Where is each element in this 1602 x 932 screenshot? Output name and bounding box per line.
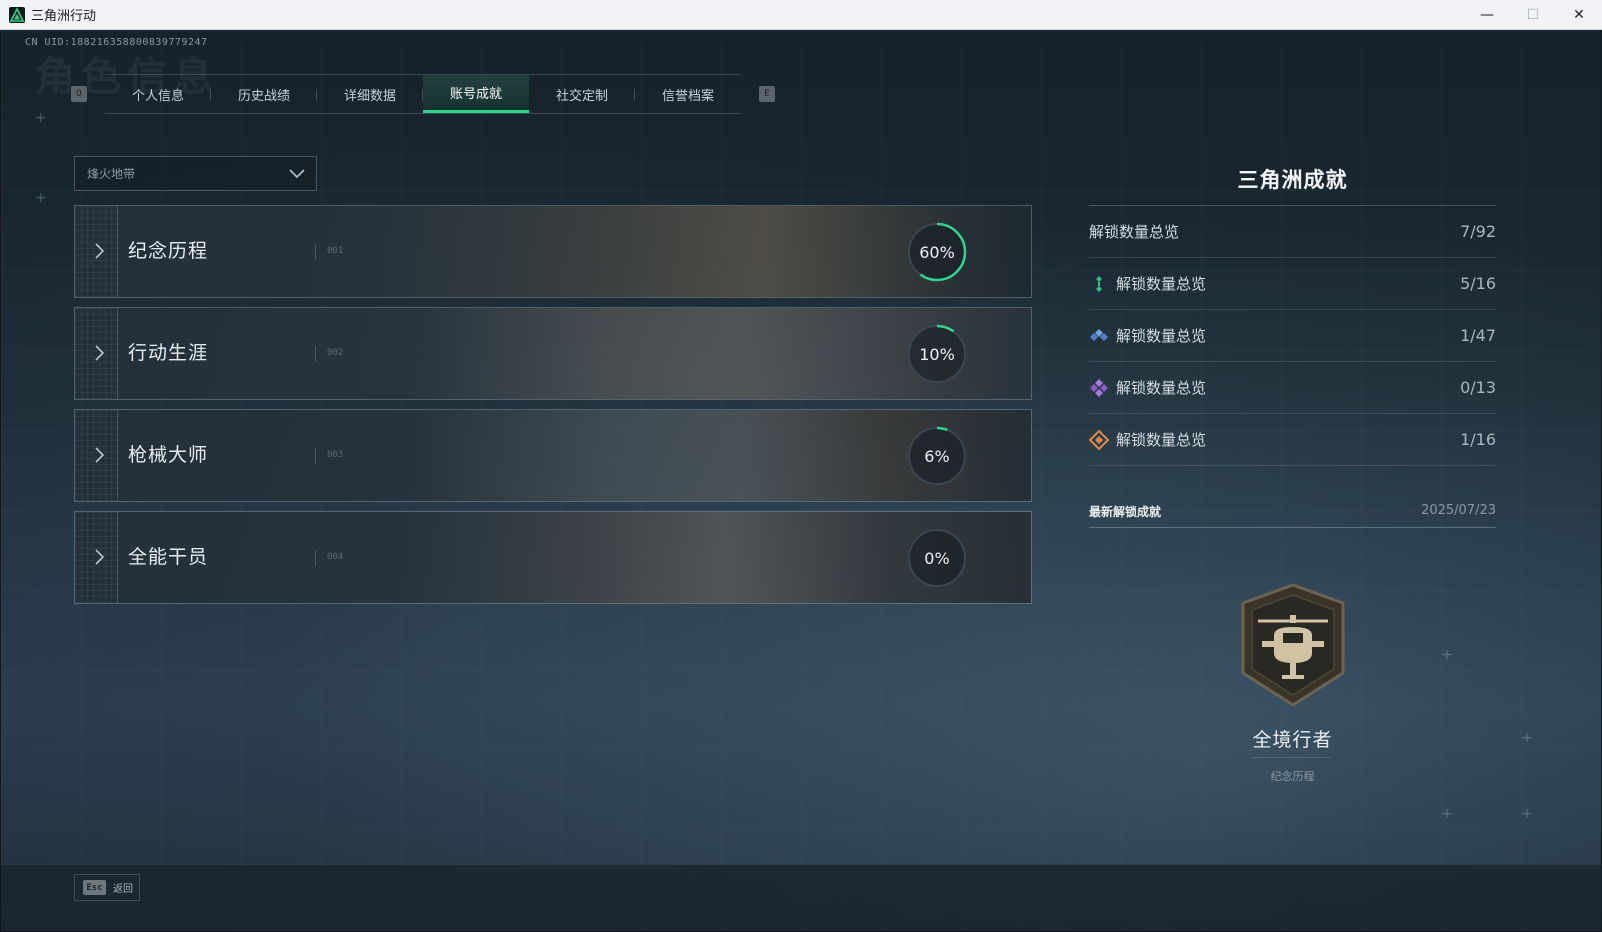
decor-plus-icon: +	[1441, 806, 1453, 822]
latest-achievement-category: 纪念历程	[1270, 770, 1315, 783]
prev-tab-key-hint[interactable]: Q	[71, 86, 87, 102]
category-index: 001	[327, 246, 344, 256]
maximize-icon: ☐	[1526, 7, 1540, 23]
chevron-down-icon	[289, 169, 305, 179]
chevron-right-icon	[95, 549, 105, 565]
player-uid: CN UID:18821635880083977924​7	[25, 37, 208, 48]
progress-percent: 60%	[919, 242, 955, 262]
latest-achievement-date: 2025/07/23	[1421, 503, 1496, 518]
achievement-panel-title: 三角洲成就	[1237, 168, 1348, 192]
category-card-career[interactable]: 行动生涯 002 10%	[74, 307, 1032, 400]
purple-tier-icon	[1089, 378, 1109, 398]
card-divider	[315, 448, 316, 464]
decor-plus-icon: +	[1521, 730, 1533, 746]
esc-key-hint: Esc	[83, 880, 106, 895]
category-index: 002	[327, 348, 344, 358]
category-title: 全能干员	[128, 546, 209, 568]
progress-percent: 6%	[924, 446, 950, 466]
latest-achievement-label: 最新解锁成就	[1089, 505, 1162, 519]
title-bar: 三角洲行动 — ☐ ✕	[0, 0, 1602, 30]
stat-row-orange-tier: 解锁数量总览 1/16	[1089, 414, 1496, 466]
stat-value: 0/13	[1460, 378, 1496, 397]
stat-row-green-tier: 解锁数量总览 5/16	[1089, 258, 1496, 310]
decor-plus-icon: +	[1441, 647, 1453, 663]
back-button[interactable]: Esc 返回	[74, 874, 140, 901]
card-background-image	[75, 308, 1031, 399]
chevron-right-icon	[95, 447, 105, 463]
card-divider	[315, 244, 316, 260]
tab-account-achievements[interactable]: 账号成就	[423, 75, 529, 113]
helicopter-badge-icon[interactable]	[1238, 583, 1348, 709]
tab-bar: 个人信息 历史战绩 详细数据 账号成就 社交定制 信誉档案	[105, 74, 741, 114]
maximize-button[interactable]: ☐	[1510, 0, 1556, 30]
card-background-image	[75, 410, 1031, 501]
card-background-image	[75, 206, 1031, 297]
card-divider	[315, 346, 316, 362]
stat-value: 1/16	[1460, 430, 1496, 449]
mode-select-dropdown[interactable]: 烽火地带	[74, 156, 317, 191]
orange-tier-icon	[1089, 429, 1109, 450]
category-title: 行动生涯	[128, 342, 209, 364]
stat-value: 7/92	[1460, 222, 1496, 241]
stat-value: 1/47	[1460, 326, 1496, 345]
decor-plus-icon: +	[35, 110, 47, 126]
decor-plus-icon: +	[35, 190, 47, 206]
app-logo-icon	[9, 6, 25, 23]
stat-label: 解锁数量总览	[1089, 223, 1180, 241]
chevron-right-icon	[95, 345, 105, 361]
progress-percent: 10%	[919, 344, 955, 364]
stat-label: 解锁数量总览	[1116, 327, 1207, 345]
back-label: 返回	[113, 884, 133, 895]
tab-personal-info[interactable]: 个人信息	[105, 75, 211, 113]
chevron-right-icon	[95, 243, 105, 259]
tab-credit-record[interactable]: 信誉档案	[635, 75, 741, 113]
category-card-all-round-operator[interactable]: 全能干员 004 0%	[74, 511, 1032, 604]
category-title: 纪念历程	[128, 240, 209, 262]
category-title: 枪械大师	[128, 444, 209, 466]
progress-percent: 0%	[924, 548, 950, 568]
category-card-weapon-master[interactable]: 枪械大师 003 6%	[74, 409, 1032, 502]
tab-detailed-data[interactable]: 详细数据	[317, 75, 423, 113]
close-button[interactable]: ✕	[1556, 0, 1602, 30]
decor-plus-icon: +	[1521, 806, 1533, 822]
minimize-icon: —	[1480, 7, 1494, 23]
green-tier-icon	[1089, 274, 1109, 294]
category-index: 004	[327, 552, 344, 562]
stat-label: 解锁数量总览	[1116, 431, 1207, 449]
tab-match-history[interactable]: 历史战绩	[211, 75, 317, 113]
stat-label: 解锁数量总览	[1116, 379, 1207, 397]
bottom-bar	[1, 864, 1601, 931]
card-divider	[315, 550, 316, 566]
mode-select-value: 烽火地带	[87, 167, 136, 181]
latest-achievement-name: 全境行者	[1252, 729, 1333, 751]
close-icon: ✕	[1573, 7, 1585, 23]
category-card-memorial[interactable]: 纪念历程 001 60%	[74, 205, 1032, 298]
latest-achievement-header: 最新解锁成就 2025/07/23	[1089, 503, 1496, 528]
game-viewport: 角色信息 CN UID:18821635880083977924​7 + + +…	[1, 30, 1601, 931]
stat-row-purple-tier: 解锁数量总览 0/13	[1089, 362, 1496, 414]
badge-divider	[1251, 757, 1331, 758]
card-background-image	[75, 512, 1031, 603]
stat-row-blue-tier: 解锁数量总览 1/47	[1089, 310, 1496, 362]
minimize-button[interactable]: —	[1464, 0, 1510, 30]
stat-value: 5/16	[1460, 274, 1496, 293]
blue-tier-icon	[1089, 326, 1109, 346]
next-tab-key-hint[interactable]: E	[759, 86, 775, 102]
window-title: 三角洲行动	[31, 9, 97, 24]
app-window: 三角洲行动 — ☐ ✕ 角色信息 CN UID:1882163588008397…	[0, 0, 1602, 932]
stat-row-total: 解锁数量总览 7/92	[1089, 206, 1496, 258]
category-index: 003	[327, 450, 344, 460]
stat-label: 解锁数量总览	[1116, 275, 1207, 293]
tab-social-custom[interactable]: 社交定制	[529, 75, 635, 113]
